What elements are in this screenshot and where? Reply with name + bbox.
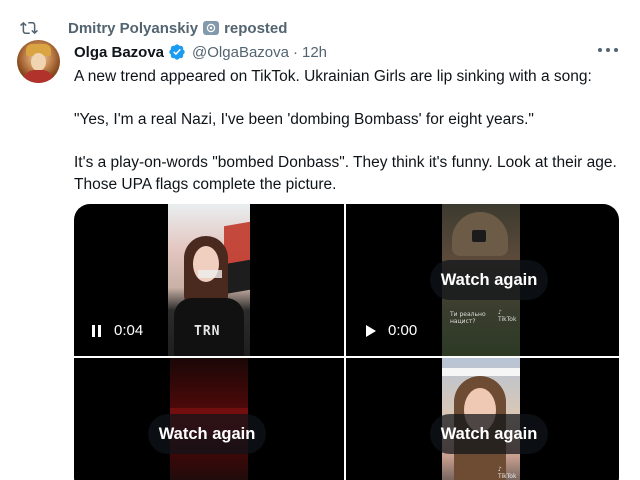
- video-thumbnail: TRN: [168, 204, 250, 356]
- government-badge-icon: [203, 21, 220, 35]
- video-3[interactable]: Watch again: [74, 358, 344, 480]
- reposter-name[interactable]: Dmitry Polyanskiy: [68, 20, 198, 37]
- tweet-paragraph: It's a play-on-words "bombed Donbass". T…: [74, 154, 617, 193]
- video-2[interactable]: Ти реально нацист? ♪ TikTok Watch again 0…: [346, 204, 619, 356]
- author-avatar[interactable]: [17, 40, 60, 83]
- video-time: 0:04: [114, 322, 144, 339]
- tweet-body: A new trend appeared on TikTok. Ukrainia…: [74, 66, 624, 196]
- tweet-paragraph: "Yes, I'm a real Nazi, I've been 'dombin…: [74, 111, 534, 128]
- tweet-paragraph: A new trend appeared on TikTok. Ukrainia…: [74, 68, 592, 85]
- video-time: 0:00: [388, 322, 418, 339]
- tweet-header: Olga Bazova @OlgaBazova · 12h: [74, 42, 327, 62]
- more-options-icon[interactable]: [598, 43, 618, 57]
- video-4[interactable]: ♪ TikTok Watch again: [346, 358, 619, 480]
- repost-context: Dmitry Polyanskiy reposted: [20, 18, 287, 38]
- play-icon[interactable]: [366, 324, 378, 338]
- watch-again-button[interactable]: Watch again: [430, 260, 548, 300]
- verified-badge-icon[interactable]: [168, 43, 186, 61]
- video-controls: 0:04: [92, 322, 143, 339]
- repost-icon: [20, 19, 38, 37]
- video-controls: 0:00: [366, 322, 417, 339]
- watch-again-button[interactable]: Watch again: [148, 414, 266, 454]
- video-1[interactable]: TRN 0:04: [74, 204, 344, 356]
- pause-icon[interactable]: [92, 324, 104, 338]
- author-name[interactable]: Olga Bazova: [74, 44, 164, 61]
- author-handle[interactable]: @OlgaBazova: [192, 44, 289, 61]
- watch-again-button[interactable]: Watch again: [430, 414, 548, 454]
- repost-action: reposted: [224, 19, 288, 37]
- media-grid: TRN 0:04 Ти реально нацист? ♪ TikTok Watc…: [74, 204, 619, 480]
- header-separator: ·: [292, 43, 298, 61]
- tweet-timestamp[interactable]: 12h: [302, 44, 327, 61]
